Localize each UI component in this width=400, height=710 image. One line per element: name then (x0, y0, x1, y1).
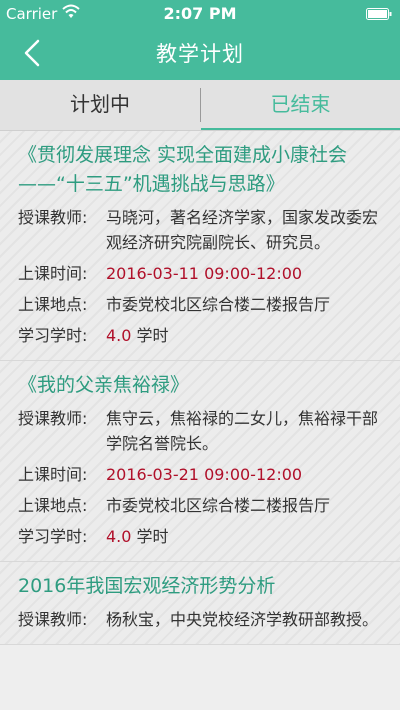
hours-value: 4.0 (106, 326, 132, 345)
list-item[interactable]: 2016年我国宏观经济形势分析 授课教师: 杨秋宝，中央党校经济学教研部教授。 (0, 562, 400, 645)
teacher-row: 授课教师: 杨秋宝，中央党校经济学教研部教授。 (18, 607, 382, 632)
course-title: 《我的父亲焦裕禄》 (18, 374, 190, 396)
tab-bar: 计划中 已结束 (0, 80, 400, 131)
teacher-row: 授课教师: 焦守云，焦裕禄的二女儿，焦裕禄干部学院名誉院长。 (18, 406, 382, 456)
active-tab-indicator (201, 128, 400, 130)
teacher-value: 焦守云，焦裕禄的二女儿，焦裕禄干部学院名誉院长。 (106, 409, 379, 453)
location-value: 市委党校北区综合楼二楼报告厅 (106, 295, 331, 314)
location-row: 上课地点: 市委党校北区综合楼二楼报告厅 (18, 292, 382, 317)
location-row: 上课地点: 市委党校北区综合楼二楼报告厅 (18, 493, 382, 518)
course-list: 《贯彻发展理念 实现全面建成小康社会——“十三五”机遇挑战与思路》 授课教师: … (0, 131, 400, 645)
teacher-value: 杨秋宝，中央党校经济学教研部教授。 (106, 610, 379, 629)
hours-unit: 学时 (131, 326, 169, 345)
hours-row: 学习学时: 4.0 学时 (18, 524, 382, 549)
status-time: 2:07 PM (163, 4, 237, 23)
hours-label: 学习学时: (18, 326, 88, 345)
time-label: 上课时间: (18, 264, 88, 283)
hours-field: 4.0 学时 (106, 524, 382, 549)
battery-icon (366, 8, 392, 20)
status-bar: Carrier 2:07 PM (0, 0, 400, 28)
course-title: 2016年我国宏观经济形势分析 (18, 575, 276, 597)
list-item[interactable]: 《我的父亲焦裕禄》 授课教师: 焦守云，焦裕禄的二女儿，焦裕禄干部学院名誉院长。… (0, 361, 400, 562)
hours-label: 学习学时: (18, 527, 88, 546)
time-value: 2016-03-11 09:00-12:00 (106, 264, 303, 283)
time-value: 2016-03-21 09:00-12:00 (106, 465, 303, 484)
tab-finished[interactable]: 已结束 (201, 80, 400, 130)
list-item[interactable]: 《贯彻发展理念 实现全面建成小康社会——“十三五”机遇挑战与思路》 授课教师: … (0, 131, 400, 361)
nav-header: Carrier 2:07 PM 教学计划 (0, 0, 400, 80)
tab-ongoing[interactable]: 计划中 (0, 80, 200, 130)
location-label: 上课地点: (18, 295, 88, 314)
teacher-value: 马晓河，著名经济学家，国家发改委宏观经济研究院副院长、研究员。 (106, 208, 379, 252)
time-row: 上课时间: 2016-03-21 09:00-12:00 (18, 462, 382, 487)
hours-unit: 学时 (131, 527, 169, 546)
course-title: 《贯彻发展理念 实现全面建成小康社会——“十三五”机遇挑战与思路》 (18, 144, 348, 195)
tab-finished-label: 已结束 (270, 92, 331, 116)
hours-row: 学习学时: 4.0 学时 (18, 323, 382, 348)
location-label: 上课地点: (18, 496, 88, 515)
teacher-label: 授课教师: (18, 208, 88, 227)
time-row: 上课时间: 2016-03-11 09:00-12:00 (18, 261, 382, 286)
time-label: 上课时间: (18, 465, 88, 484)
teacher-label: 授课教师: (18, 409, 88, 428)
hours-field: 4.0 学时 (106, 323, 382, 348)
teacher-row: 授课教师: 马晓河，著名经济学家，国家发改委宏观经济研究院副院长、研究员。 (18, 205, 382, 255)
page-title: 教学计划 (156, 42, 244, 66)
location-value: 市委党校北区综合楼二楼报告厅 (106, 496, 331, 515)
hours-value: 4.0 (106, 527, 132, 546)
teacher-label: 授课教师: (18, 610, 88, 629)
